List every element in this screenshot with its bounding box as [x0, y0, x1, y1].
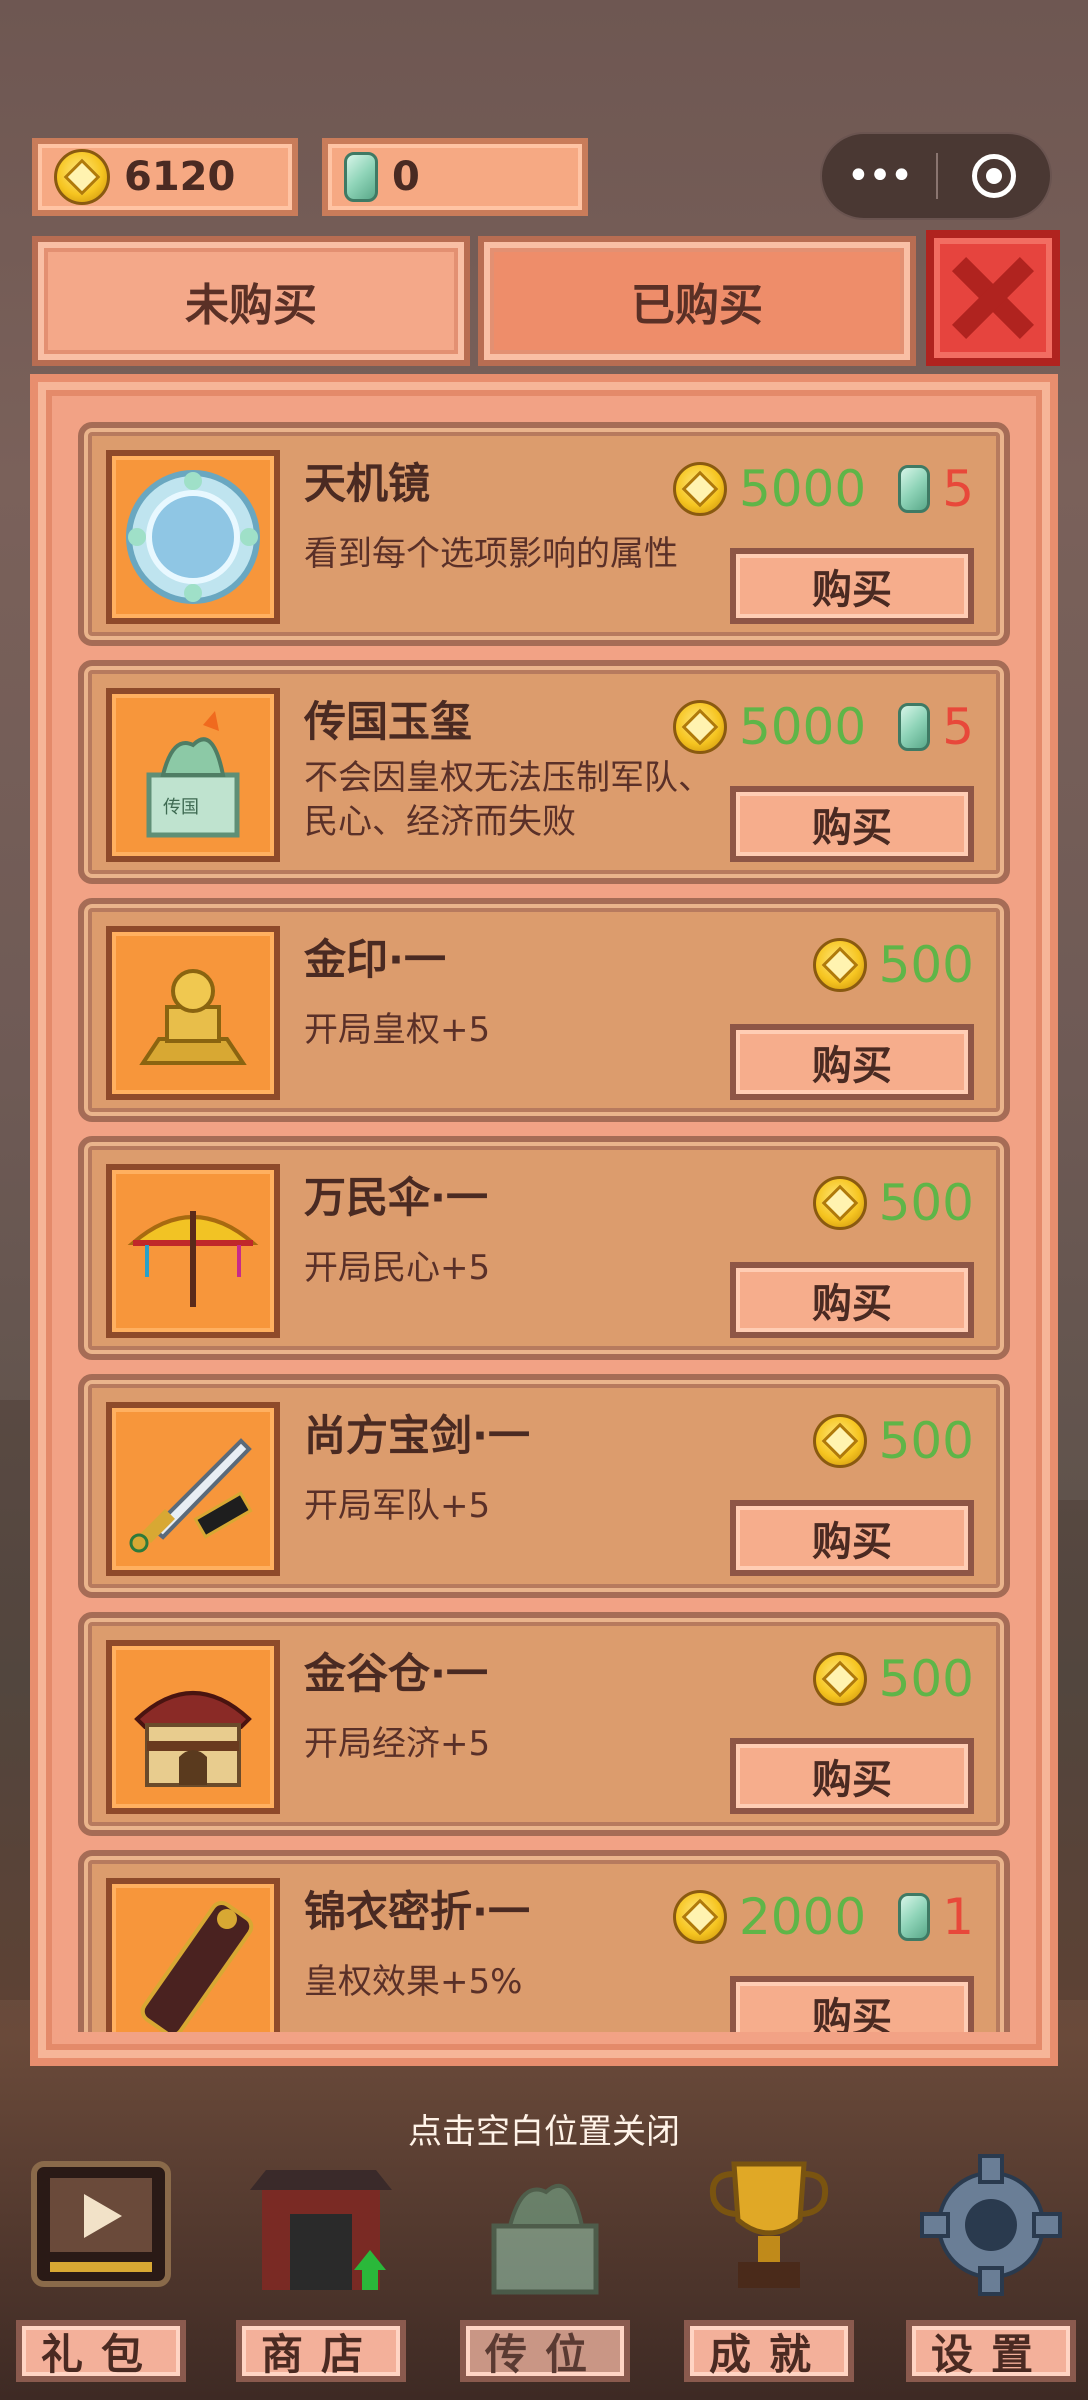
jade-seal-icon: [491, 2184, 599, 2295]
more-menu-icon[interactable]: •••: [822, 156, 936, 196]
granary-icon: [106, 1640, 280, 1814]
item-name: 尚方宝剑·一: [304, 1411, 530, 1460]
buy-button[interactable]: 购买: [730, 786, 974, 862]
gold-coin-icon: [812, 938, 867, 992]
close-miniprogram-button[interactable]: [938, 154, 1050, 198]
item-name: 金印·一: [304, 935, 446, 984]
gold-coin-icon: [672, 700, 727, 754]
nav-achievement[interactable]: 成就: [684, 2140, 854, 2390]
video-play-icon: [31, 2161, 171, 2287]
item-price: 5000 5: [672, 698, 974, 756]
nav-shop[interactable]: 商店: [236, 2140, 406, 2390]
jade-price: 5: [942, 698, 974, 756]
nav-throne[interactable]: 传位: [460, 2140, 630, 2390]
item-description: 开局经济+5: [304, 1724, 491, 1764]
gold-seal-icon: [106, 926, 280, 1100]
gold-price: 5000: [738, 698, 867, 756]
mirror-icon: [106, 450, 280, 624]
gold-price: 500: [878, 1650, 974, 1708]
gold-coin-icon: [672, 1890, 727, 1944]
item-description: 开局皇权+5: [304, 1010, 491, 1050]
buy-button[interactable]: 购买: [730, 1500, 974, 1576]
jade-icon: [898, 465, 931, 513]
nav-label: 成就: [684, 2320, 854, 2382]
sword-icon: [106, 1402, 280, 1576]
item-description: 开局民心+5: [304, 1248, 491, 1288]
jade-icon: [344, 152, 378, 202]
item-price: 500: [812, 1412, 974, 1470]
item-price: 500: [812, 936, 974, 994]
buy-button[interactable]: 购买: [730, 1024, 974, 1100]
gold-amount: 6120: [124, 154, 236, 200]
nav-label: 设置: [906, 2320, 1076, 2382]
scroll-icon: [106, 1878, 280, 2032]
nav-gift[interactable]: 礼包: [16, 2140, 186, 2390]
nav-label: 传位: [460, 2320, 630, 2382]
buy-button[interactable]: 购买: [730, 548, 974, 624]
item-list[interactable]: 天机镜 看到每个选项影响的属性 5000 5 购买 传国 传国玉玺 不会因皇权无…: [78, 422, 1010, 2032]
svg-text:传国: 传国: [163, 797, 199, 818]
buy-button[interactable]: 购买: [730, 1976, 974, 2032]
buy-button[interactable]: 购买: [730, 1262, 974, 1338]
gold-price: 2000: [738, 1888, 867, 1946]
jade-price: 5: [942, 460, 974, 518]
item-price: 500: [812, 1174, 974, 1232]
gear-icon: [920, 2154, 1062, 2296]
nav-label: 商店: [236, 2320, 406, 2382]
gold-price: 500: [878, 1412, 974, 1470]
shop-item-shangfangbaojian: 尚方宝剑·一 开局军队+5 500 购买: [78, 1374, 1010, 1598]
shop-item-tianjijing: 天机镜 看到每个选项影响的属性 5000 5 购买: [78, 422, 1010, 646]
tab-unpurchased[interactable]: 未购买: [32, 236, 470, 366]
shop-item-wanminsan: 万民伞·一 开局民心+5 500 购买: [78, 1136, 1010, 1360]
item-description: 皇权效果+5%: [304, 1962, 523, 2002]
gold-coin-icon: [672, 462, 727, 516]
item-price: 500: [812, 1650, 974, 1708]
item-name: 金谷仓·一: [304, 1649, 488, 1698]
gold-counter: 6120: [32, 138, 298, 216]
item-name: 传国玉玺: [304, 697, 473, 746]
jade-price: 1: [942, 1888, 974, 1946]
jade-amount: 0: [392, 154, 420, 200]
nav-settings[interactable]: 设置: [906, 2140, 1076, 2390]
item-name: 万民伞·一: [304, 1173, 488, 1222]
item-name: 天机镜: [304, 459, 431, 508]
item-description: 看到每个选项影响的属性: [304, 534, 678, 574]
gold-coin-icon: [812, 1414, 867, 1468]
umbrella-icon: [106, 1164, 280, 1338]
shop-item-jingucang: 金谷仓·一 开局经济+5 500 购买: [78, 1612, 1010, 1836]
shop-item-chuanguoyuxi: 传国 传国玉玺 不会因皇权无法压制军队、民心、经济而失败 5000 5 购买: [78, 660, 1010, 884]
item-name: 锦衣密折·一: [304, 1887, 530, 1936]
target-icon: [971, 154, 1016, 198]
jade-counter: 0: [322, 138, 588, 216]
shop-item-jinyimizhe: 锦衣密折·一 皇权效果+5% 2000 1 购买: [78, 1850, 1010, 2032]
miniprogram-capsule: •••: [820, 132, 1052, 220]
close-panel-button[interactable]: [926, 230, 1060, 366]
gold-coin-icon: [812, 1176, 867, 1230]
buy-button[interactable]: 购买: [730, 1738, 974, 1814]
jade-seal-icon: 传国: [106, 688, 280, 862]
shop-item-jinyin: 金印·一 开局皇权+5 500 购买: [78, 898, 1010, 1122]
item-description: 开局军队+5: [304, 1486, 491, 1526]
gold-coin-icon: [812, 1652, 867, 1706]
item-description: 不会因皇权无法压制军队、民心、经济而失败: [304, 758, 712, 842]
shop-building-icon: [250, 2170, 392, 2290]
item-price: 2000 1: [672, 1888, 974, 1946]
gold-price: 5000: [738, 460, 867, 518]
jade-icon: [898, 1893, 931, 1941]
gold-coin-icon: [54, 149, 110, 205]
nav-label: 礼包: [16, 2320, 186, 2382]
item-price: 5000 5: [672, 460, 974, 518]
tab-purchased[interactable]: 已购买: [478, 236, 916, 366]
jade-icon: [898, 703, 931, 751]
gold-price: 500: [878, 1174, 974, 1232]
trophy-icon: [710, 2161, 828, 2288]
shop-panel: 天机镜 看到每个选项影响的属性 5000 5 购买 传国 传国玉玺 不会因皇权无…: [30, 374, 1058, 2066]
gold-price: 500: [878, 936, 974, 994]
